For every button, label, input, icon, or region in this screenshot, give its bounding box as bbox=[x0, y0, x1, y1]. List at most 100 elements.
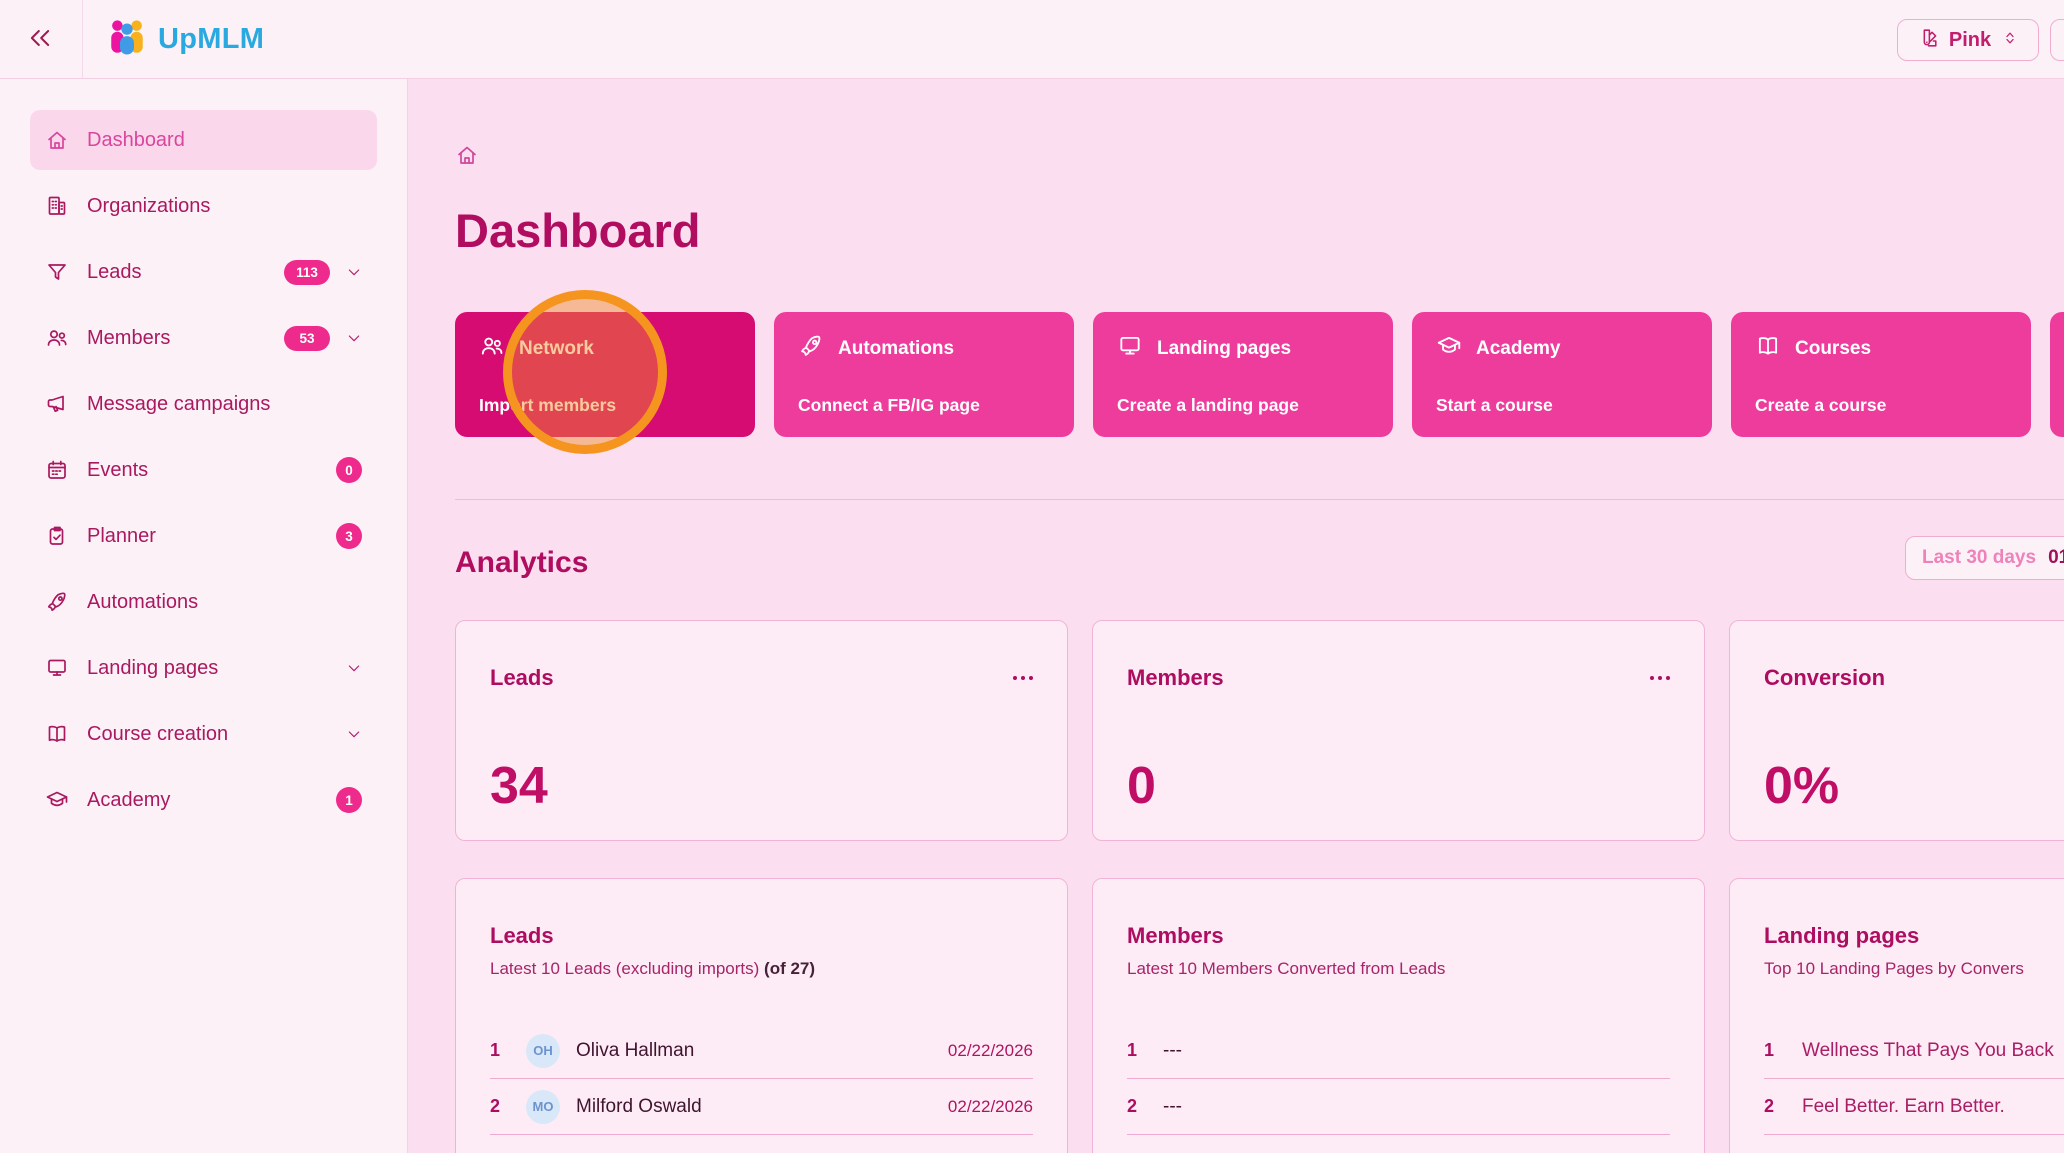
sidebar-item-planner[interactable]: Planner 3 bbox=[30, 506, 377, 566]
theme-selector-button[interactable]: Pink bbox=[1897, 19, 2039, 61]
sidebar-item-label: Dashboard bbox=[87, 128, 185, 151]
list-item[interactable]: 1 --- bbox=[1127, 1023, 1670, 1080]
topbar-divider bbox=[82, 0, 83, 78]
click-highlight-circle bbox=[503, 290, 667, 454]
leads-count-badge: 113 bbox=[284, 259, 330, 285]
stat-cards-row: Leads 34 Members 0 Conversion 0% bbox=[455, 620, 2064, 842]
chevron-updown-icon bbox=[2001, 29, 2019, 52]
action-card-subtitle: Connect a FB/IG page bbox=[798, 395, 980, 416]
sidebar-item-organizations[interactable]: Organizations bbox=[30, 176, 377, 236]
list-card-subtitle: Top 10 Landing Pages by Convers bbox=[1764, 959, 2024, 979]
sidebar-item-dashboard[interactable]: Dashboard bbox=[30, 110, 377, 170]
people-icon bbox=[45, 326, 69, 350]
double-chevron-left-icon bbox=[26, 24, 54, 57]
action-card-subtitle: Create a course bbox=[1755, 395, 1887, 416]
graduation-cap-icon bbox=[45, 788, 69, 812]
theme-name: Pink bbox=[1948, 28, 1992, 51]
date-range-preset: Last 30 days bbox=[1922, 547, 2037, 568]
landing-page-name: Wellness That Pays You Back bbox=[1802, 1039, 2054, 1061]
sidebar-item-label: Leads bbox=[87, 260, 142, 283]
action-card-landing-pages[interactable]: Landing pages Create a landing page bbox=[1093, 312, 1393, 438]
building-icon bbox=[45, 194, 69, 218]
sidebar-item-academy[interactable]: Academy 1 bbox=[30, 770, 377, 830]
home-icon bbox=[45, 128, 69, 152]
sidebar-item-events[interactable]: Events 0 bbox=[30, 440, 377, 500]
page-title: Dashboard bbox=[455, 204, 701, 257]
events-count-badge: 0 bbox=[336, 457, 362, 483]
list-card-leads: Leads Latest 10 Leads (excluding imports… bbox=[455, 878, 1068, 1153]
list-item[interactable]: 2 --- bbox=[1127, 1079, 1670, 1136]
action-card-academy[interactable]: Academy Start a course bbox=[1412, 312, 1712, 438]
sidebar-item-label: Organizations bbox=[87, 194, 211, 217]
sidebar-item-label: Automations bbox=[87, 590, 199, 613]
list-card-title: Leads bbox=[490, 923, 554, 949]
monitor-icon bbox=[1117, 333, 1143, 365]
sidebar-item-message-campaigns[interactable]: Message campaigns bbox=[30, 374, 377, 434]
sidebar-item-label: Events bbox=[87, 458, 149, 481]
lead-name: Milford Oswald bbox=[576, 1095, 702, 1117]
calendar-icon bbox=[45, 458, 69, 482]
palette-icon bbox=[1917, 27, 1939, 54]
list-item[interactable]: 1 OH Oliva Hallman 02/22/2026 bbox=[490, 1023, 1033, 1080]
list-card-members: Members Latest 10 Members Converted from… bbox=[1092, 878, 1705, 1153]
avatar: MO bbox=[526, 1089, 560, 1124]
chevron-down-icon[interactable] bbox=[346, 726, 362, 742]
app-title: UpMLM bbox=[158, 23, 265, 55]
stat-card-conversion: Conversion 0% bbox=[1729, 620, 2064, 842]
topbar: UpMLM Pink bbox=[0, 0, 2064, 79]
open-book-icon bbox=[1755, 333, 1781, 365]
open-book-icon bbox=[45, 722, 69, 746]
collapse-sidebar-button[interactable] bbox=[14, 20, 66, 60]
landing-page-name: Feel Better. Earn Better. bbox=[1802, 1095, 2005, 1117]
more-menu-icon[interactable] bbox=[1013, 676, 1033, 681]
more-menu-icon[interactable] bbox=[1650, 676, 1670, 681]
stat-card-title: Conversion bbox=[1764, 665, 1886, 691]
date-range-value: 01/2 bbox=[2048, 547, 2064, 568]
action-card-automations[interactable]: Automations Connect a FB/IG page bbox=[774, 312, 1074, 438]
clipboard-check-icon bbox=[45, 524, 69, 548]
breadcrumb-home-icon[interactable] bbox=[455, 143, 479, 167]
sidebar-item-course-creation[interactable]: Course creation bbox=[30, 704, 377, 764]
list-item[interactable]: 2 Feel Better. Earn Better. bbox=[1764, 1079, 2064, 1136]
sidebar-item-automations[interactable]: Automations bbox=[30, 572, 377, 632]
sidebar-item-leads[interactable]: Leads 113 bbox=[30, 242, 377, 302]
academy-count-badge: 1 bbox=[336, 787, 362, 813]
lead-date: 02/22/2026 bbox=[947, 1096, 1033, 1116]
action-card-courses[interactable]: Courses Create a course bbox=[1731, 312, 2031, 438]
quick-action-row: Network Import members Automations Conne… bbox=[455, 312, 2064, 438]
action-card-partial[interactable]: C bbox=[2050, 312, 2064, 438]
list-item[interactable]: 2 MO Milford Oswald 02/22/2026 bbox=[490, 1079, 1033, 1136]
stat-card-value: 0 bbox=[1127, 757, 1156, 816]
list-cards-row: Leads Latest 10 Leads (excluding imports… bbox=[455, 878, 2064, 1153]
sidebar-item-label: Landing pages bbox=[87, 656, 219, 679]
monitor-icon bbox=[45, 656, 69, 680]
stat-card-members: Members 0 bbox=[1092, 620, 1705, 842]
stat-card-leads: Leads 34 bbox=[455, 620, 1068, 842]
chevron-down-icon[interactable] bbox=[346, 660, 362, 676]
graduation-cap-icon bbox=[1436, 333, 1462, 365]
sidebar-item-landing-pages[interactable]: Landing pages bbox=[30, 638, 377, 698]
list-item[interactable]: 1 Wellness That Pays You Back bbox=[1764, 1023, 2064, 1080]
sidebar-item-label: Message campaigns bbox=[87, 392, 271, 415]
action-card-subtitle: Start a course bbox=[1436, 395, 1553, 416]
date-range-button[interactable]: Last 30 days 01/2 bbox=[1905, 536, 2064, 580]
app-logo: UpMLM bbox=[106, 16, 264, 63]
member-name: --- bbox=[1163, 1095, 1182, 1117]
lead-date: 02/22/2026 bbox=[947, 1040, 1033, 1060]
sidebar-item-members[interactable]: Members 53 bbox=[30, 308, 377, 368]
avatar: OH bbox=[526, 1033, 560, 1068]
sidebar: Dashboard Organizations Leads 113 Member… bbox=[0, 79, 408, 1153]
sidebar-item-label: Course creation bbox=[87, 722, 229, 745]
list-card-title: Landing pages bbox=[1764, 923, 1920, 949]
stat-card-title: Leads bbox=[490, 665, 554, 691]
list-card-subtitle: Latest 10 Leads (excluding imports) (of … bbox=[490, 959, 816, 979]
member-name: --- bbox=[1163, 1039, 1182, 1061]
megaphone-icon bbox=[45, 392, 69, 416]
list-card-subtitle: Latest 10 Members Converted from Leads bbox=[1127, 959, 1446, 979]
clipped-toolbar-button[interactable] bbox=[2050, 19, 2064, 61]
main-content: Dashboard Network Import members Automat… bbox=[408, 79, 2064, 1153]
sidebar-item-label: Members bbox=[87, 326, 171, 349]
chevron-down-icon[interactable] bbox=[346, 264, 362, 280]
chevron-down-icon[interactable] bbox=[346, 330, 362, 346]
stat-card-value: 34 bbox=[490, 757, 548, 816]
